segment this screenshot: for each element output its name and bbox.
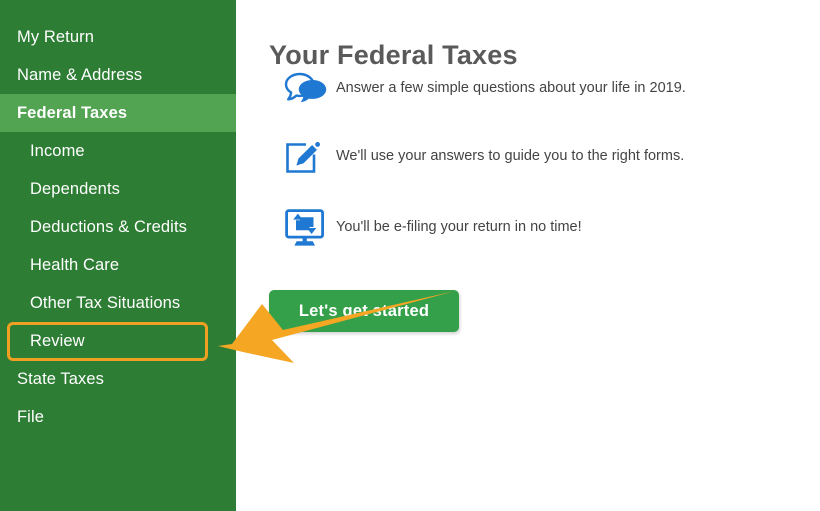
sidebar-item-label: File xyxy=(17,407,44,426)
feature-row: You'll be e-filing your return in no tim… xyxy=(284,208,582,248)
feature-text: We'll use your answers to guide you to t… xyxy=(336,148,685,165)
sidebar-item-label: Federal Taxes xyxy=(17,103,128,122)
sidebar-item-file[interactable]: File xyxy=(0,398,236,436)
sidebar-navigation: My Return Name & Address Federal Taxes I… xyxy=(0,0,236,511)
sidebar-item-review[interactable]: Review xyxy=(0,322,236,360)
sidebar-item-state-taxes[interactable]: State Taxes xyxy=(0,360,236,398)
page-title: Your Federal Taxes xyxy=(269,40,518,71)
feature-row: Answer a few simple questions about your… xyxy=(284,72,686,106)
sidebar-item-label: Income xyxy=(30,141,85,160)
feature-row: We'll use your answers to guide you to t… xyxy=(284,138,684,176)
sidebar-item-income[interactable]: Income xyxy=(0,132,236,170)
sidebar-item-label: Name & Address xyxy=(17,65,143,84)
sidebar-item-label: Other Tax Situations xyxy=(30,293,181,312)
sidebar-item-dependents[interactable]: Dependents xyxy=(0,170,236,208)
sidebar-item-label: My Return xyxy=(17,27,95,46)
sidebar-item-federal-taxes[interactable]: Federal Taxes xyxy=(0,94,236,132)
sidebar-item-name-address[interactable]: Name & Address xyxy=(0,56,236,94)
lets-get-started-button[interactable]: Let's get started xyxy=(269,290,459,332)
sidebar-item-label: State Taxes xyxy=(17,369,105,388)
main-content: Your Federal Taxes Answer a few simple q… xyxy=(236,0,820,511)
feature-text: You'll be e-filing your return in no tim… xyxy=(336,219,582,236)
sidebar-item-my-return[interactable]: My Return xyxy=(0,18,236,56)
edit-pencil-square-icon xyxy=(284,138,336,176)
sidebar-item-label: Health Care xyxy=(30,255,120,274)
monitor-sync-icon xyxy=(284,208,336,248)
sidebar-item-deductions-credits[interactable]: Deductions & Credits xyxy=(0,208,236,246)
sidebar-item-health-care[interactable]: Health Care xyxy=(0,246,236,284)
sidebar-item-label: Deductions & Credits xyxy=(30,217,187,236)
sidebar-item-label: Review xyxy=(30,331,85,350)
sidebar-item-other-tax-situations[interactable]: Other Tax Situations xyxy=(0,284,236,322)
sidebar-item-label: Dependents xyxy=(30,179,120,198)
speech-bubbles-icon xyxy=(284,72,336,106)
app-window: My Return Name & Address Federal Taxes I… xyxy=(0,0,820,511)
feature-text: Answer a few simple questions about your… xyxy=(336,80,686,97)
